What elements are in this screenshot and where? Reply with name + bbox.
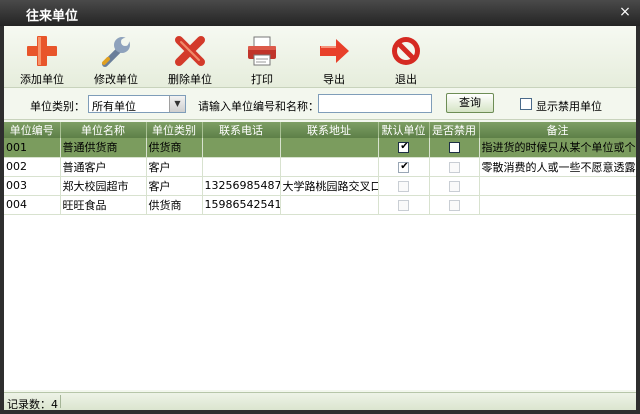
filter-bar: 单位类别： 所有单位 ▼ 请输入单位编号和名称： 查询 显示禁用单位: [4, 90, 636, 120]
table-row[interactable]: 003 郑大校园超市 客户 13256985487 大学路桃园路交叉口: [4, 176, 636, 196]
show-disabled-label: 显示禁用单位: [536, 100, 602, 113]
cell-note[interactable]: 指进货的时候只从某个单位或个: [479, 138, 636, 158]
column-header[interactable]: 是否禁用: [429, 122, 480, 138]
no-entry-icon: [392, 37, 420, 65]
cell-name[interactable]: 郑大校园超市: [60, 176, 147, 196]
delete-unit-label: 删除单位: [168, 73, 212, 86]
cell-address[interactable]: [280, 138, 379, 158]
wrench-icon: [102, 36, 131, 67]
print-label: 打印: [251, 73, 273, 86]
export-button[interactable]: 导出: [304, 32, 364, 86]
cell-code[interactable]: 001: [4, 138, 61, 158]
cell-type[interactable]: 客户: [146, 157, 203, 177]
cell-default[interactable]: ✔: [378, 157, 430, 177]
cell-note[interactable]: [479, 176, 636, 196]
print-button[interactable]: 打印: [232, 32, 292, 86]
table-row[interactable]: 001 普通供货商 供货商 ✔ 指进货的时候只从某个单位或个: [4, 138, 636, 158]
disabled-checkbox[interactable]: [448, 161, 460, 173]
window-title: 往来单位: [26, 9, 79, 24]
status-bar: 记录数：4: [4, 392, 636, 411]
default-checkbox[interactable]: ✔: [398, 141, 409, 154]
chevron-down-icon[interactable]: ▼: [169, 96, 185, 112]
cell-default[interactable]: ✔: [378, 138, 430, 158]
search-input[interactable]: [318, 94, 432, 113]
printer-icon: [248, 36, 276, 66]
cell-default[interactable]: [378, 195, 430, 215]
edit-unit-button[interactable]: 修改单位: [86, 32, 146, 86]
cell-disabled[interactable]: [429, 195, 480, 215]
cell-name[interactable]: 旺旺食品: [60, 195, 147, 215]
cell-phone[interactable]: 15986542541: [202, 195, 281, 215]
cell-phone[interactable]: [202, 138, 281, 158]
x-icon: [175, 36, 205, 66]
exit-label: 退出: [395, 73, 417, 86]
search-label: 请输入单位编号和名称：: [198, 100, 319, 113]
client-area: 添加单位 修改单位 删除单位 打印 导出 退出 单位类别： 所有单位 ▼ 请输入…: [4, 26, 636, 411]
cell-name[interactable]: 普通客户: [60, 157, 147, 177]
unit-type-label: 单位类别：: [30, 100, 85, 113]
check-icon: ✔: [400, 160, 409, 172]
unit-type-value: 所有单位: [92, 100, 136, 113]
table-row[interactable]: 002 普通客户 客户 ✔ 零散消费的人或一些不愿意透露: [4, 157, 636, 177]
column-header[interactable]: 备注: [479, 122, 636, 138]
column-header[interactable]: 单位类别: [146, 122, 203, 138]
cell-disabled[interactable]: [429, 176, 480, 196]
cell-default[interactable]: [378, 176, 430, 196]
exit-button[interactable]: 退出: [376, 32, 436, 86]
cell-type[interactable]: 供货商: [146, 195, 203, 215]
close-icon[interactable]: ×: [618, 4, 632, 20]
window: 往来单位 × 添加单位 修改单位 删除单位 打印 导出 退出 单位类别： 所有单…: [0, 0, 640, 414]
cell-phone[interactable]: [202, 157, 281, 177]
cell-disabled[interactable]: [429, 138, 480, 158]
table-header: 单位编号 单位名称 单位类别 联系电话 联系地址 默认单位 是否禁用 备注: [4, 122, 636, 138]
plus-icon: [27, 36, 57, 66]
search-button[interactable]: 查询: [446, 93, 494, 113]
delete-unit-button[interactable]: 删除单位: [160, 32, 220, 86]
cell-code[interactable]: 002: [4, 157, 61, 177]
cell-address[interactable]: 大学路桃园路交叉口: [280, 176, 379, 196]
cell-phone[interactable]: 13256985487: [202, 176, 281, 196]
cell-code[interactable]: 004: [4, 195, 61, 215]
default-checkbox[interactable]: [398, 180, 409, 192]
cell-name[interactable]: 普通供货商: [60, 138, 147, 158]
cell-code[interactable]: 003: [4, 176, 61, 196]
add-unit-label: 添加单位: [20, 73, 64, 86]
units-table: 单位编号 单位名称 单位类别 联系电话 联系地址 默认单位 是否禁用 备注 00…: [4, 122, 636, 390]
show-disabled-checkbox[interactable]: [520, 98, 532, 110]
default-checkbox[interactable]: ✔: [398, 160, 409, 173]
disabled-checkbox[interactable]: [448, 199, 460, 211]
export-label: 导出: [323, 73, 345, 86]
status-divider: [60, 395, 61, 408]
table-row[interactable]: 004 旺旺食品 供货商 15986542541: [4, 195, 636, 215]
cell-disabled[interactable]: [429, 157, 480, 177]
add-unit-button[interactable]: 添加单位: [12, 32, 72, 86]
cell-note[interactable]: 零散消费的人或一些不愿意透露: [479, 157, 636, 177]
cell-type[interactable]: 供货商: [146, 138, 203, 158]
column-header[interactable]: 联系地址: [280, 122, 379, 138]
cell-type[interactable]: 客户: [146, 176, 203, 196]
cell-address[interactable]: [280, 157, 379, 177]
column-header[interactable]: 默认单位: [378, 122, 430, 138]
toolbar: 添加单位 修改单位 删除单位 打印 导出 退出: [4, 26, 636, 88]
cell-address[interactable]: [280, 195, 379, 215]
disabled-checkbox[interactable]: [448, 180, 460, 192]
disabled-checkbox[interactable]: [448, 142, 460, 154]
column-header[interactable]: 联系电话: [202, 122, 281, 138]
edit-unit-label: 修改单位: [94, 73, 138, 86]
check-icon: ✔: [400, 141, 409, 153]
cell-note[interactable]: [479, 195, 636, 215]
arrow-right-icon: [320, 39, 349, 63]
default-checkbox[interactable]: [398, 199, 409, 211]
unit-type-select[interactable]: 所有单位 ▼: [88, 95, 186, 113]
column-header[interactable]: 单位名称: [60, 122, 147, 138]
record-count: 记录数：4: [7, 398, 58, 411]
column-header[interactable]: 单位编号: [4, 122, 61, 138]
title-bar[interactable]: 往来单位 ×: [0, 0, 640, 26]
